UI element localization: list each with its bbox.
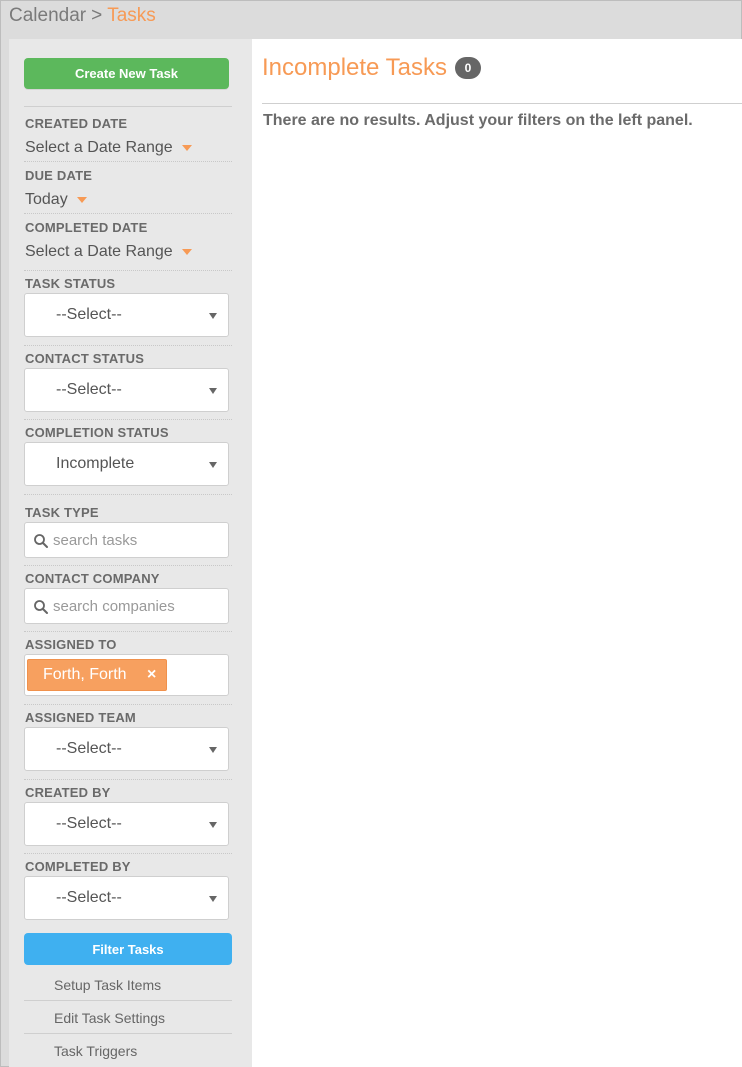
assigned-team-value: --Select-- [56,740,122,757]
divider [24,779,232,780]
divider [24,161,232,162]
divider [24,631,232,632]
page-title: Incomplete Tasks 0 [262,54,481,82]
task-status-label: TASK STATUS [25,276,116,291]
contact-status-value: --Select-- [56,381,122,398]
divider [262,103,742,104]
completion-status-value: Incomplete [56,455,135,472]
task-status-select[interactable]: --Select-- [24,293,229,337]
due-date-dropdown[interactable]: Today [25,191,87,209]
contact-status-select[interactable]: --Select-- [24,368,229,412]
completed-date-value: Select a Date Range [25,243,173,260]
completed-by-value: --Select-- [56,889,122,906]
remove-tag-icon[interactable]: × [147,666,156,684]
assigned-to-field[interactable]: Forth, Forth × [24,654,229,696]
caret-down-icon [181,145,192,151]
assigned-team-select[interactable]: --Select-- [24,727,229,771]
breadcrumb-current: Tasks [107,5,156,26]
completed-by-select[interactable]: --Select-- [24,876,229,920]
completion-status-label: COMPLETION STATUS [25,425,169,440]
divider [24,106,232,107]
divider [24,494,232,495]
completed-date-dropdown[interactable]: Select a Date Range [25,243,192,261]
assigned-to-label: ASSIGNED TO [25,637,117,652]
divider [24,1000,232,1001]
divider [24,419,232,420]
divider [24,345,232,346]
completion-status-select[interactable]: Incomplete [24,442,229,486]
created-date-value: Select a Date Range [25,139,173,156]
empty-results-message: There are no results. Adjust your filter… [263,112,693,129]
dropdown-arrow-icon [209,822,217,828]
breadcrumb-calendar-link[interactable]: Calendar [9,5,86,26]
setup-task-items-link[interactable]: Setup Task Items [54,977,161,993]
created-date-dropdown[interactable]: Select a Date Range [25,139,192,157]
dropdown-arrow-icon [209,896,217,902]
breadcrumb: Calendar > Tasks [9,5,156,27]
assigned-user-name: Forth, Forth [43,666,127,683]
dropdown-arrow-icon [209,388,217,394]
task-status-value: --Select-- [56,306,122,323]
created-by-label: CREATED BY [25,785,111,800]
dropdown-arrow-icon [209,462,217,468]
search-icon [34,600,48,614]
task-triggers-link[interactable]: Task Triggers [54,1043,137,1059]
assigned-team-label: ASSIGNED TEAM [25,710,136,725]
divider [24,853,232,854]
app-frame: Calendar > Tasks Create New Task CREATED D… [0,0,742,1067]
search-icon [34,534,48,548]
divider [24,270,232,271]
task-type-input[interactable] [53,529,223,551]
contact-company-label: CONTACT COMPANY [25,571,160,586]
completed-by-label: COMPLETED BY [25,859,131,874]
completed-date-label: COMPLETED DATE [25,220,148,235]
divider [24,565,232,566]
filter-sidebar: Create New Task CREATED DATE Select a Da… [9,39,252,1067]
task-type-label: TASK TYPE [25,505,99,520]
create-new-task-button[interactable]: Create New Task [24,58,229,89]
created-by-value: --Select-- [56,815,122,832]
task-count-badge: 0 [454,57,481,79]
edit-task-settings-link[interactable]: Edit Task Settings [54,1010,165,1026]
page-title-text: Incomplete Tasks [262,54,447,81]
caret-down-icon [76,197,87,203]
contact-company-search [24,588,229,624]
caret-down-icon [181,249,192,255]
breadcrumb-separator: > [91,5,103,26]
due-date-value: Today [25,191,68,208]
divider [24,704,232,705]
created-by-select[interactable]: --Select-- [24,802,229,846]
task-type-search [24,522,229,558]
contact-company-input[interactable] [53,595,223,617]
contact-status-label: CONTACT STATUS [25,351,145,366]
dropdown-arrow-icon [209,747,217,753]
assigned-user-tag: Forth, Forth × [27,659,167,691]
filter-tasks-button[interactable]: Filter Tasks [24,933,232,965]
dropdown-arrow-icon [209,313,217,319]
due-date-label: DUE DATE [25,168,93,183]
divider [24,1033,232,1034]
task-list-panel: Incomplete Tasks 0 There are no results.… [252,39,742,1067]
divider [24,213,232,214]
created-date-label: CREATED DATE [25,116,128,131]
